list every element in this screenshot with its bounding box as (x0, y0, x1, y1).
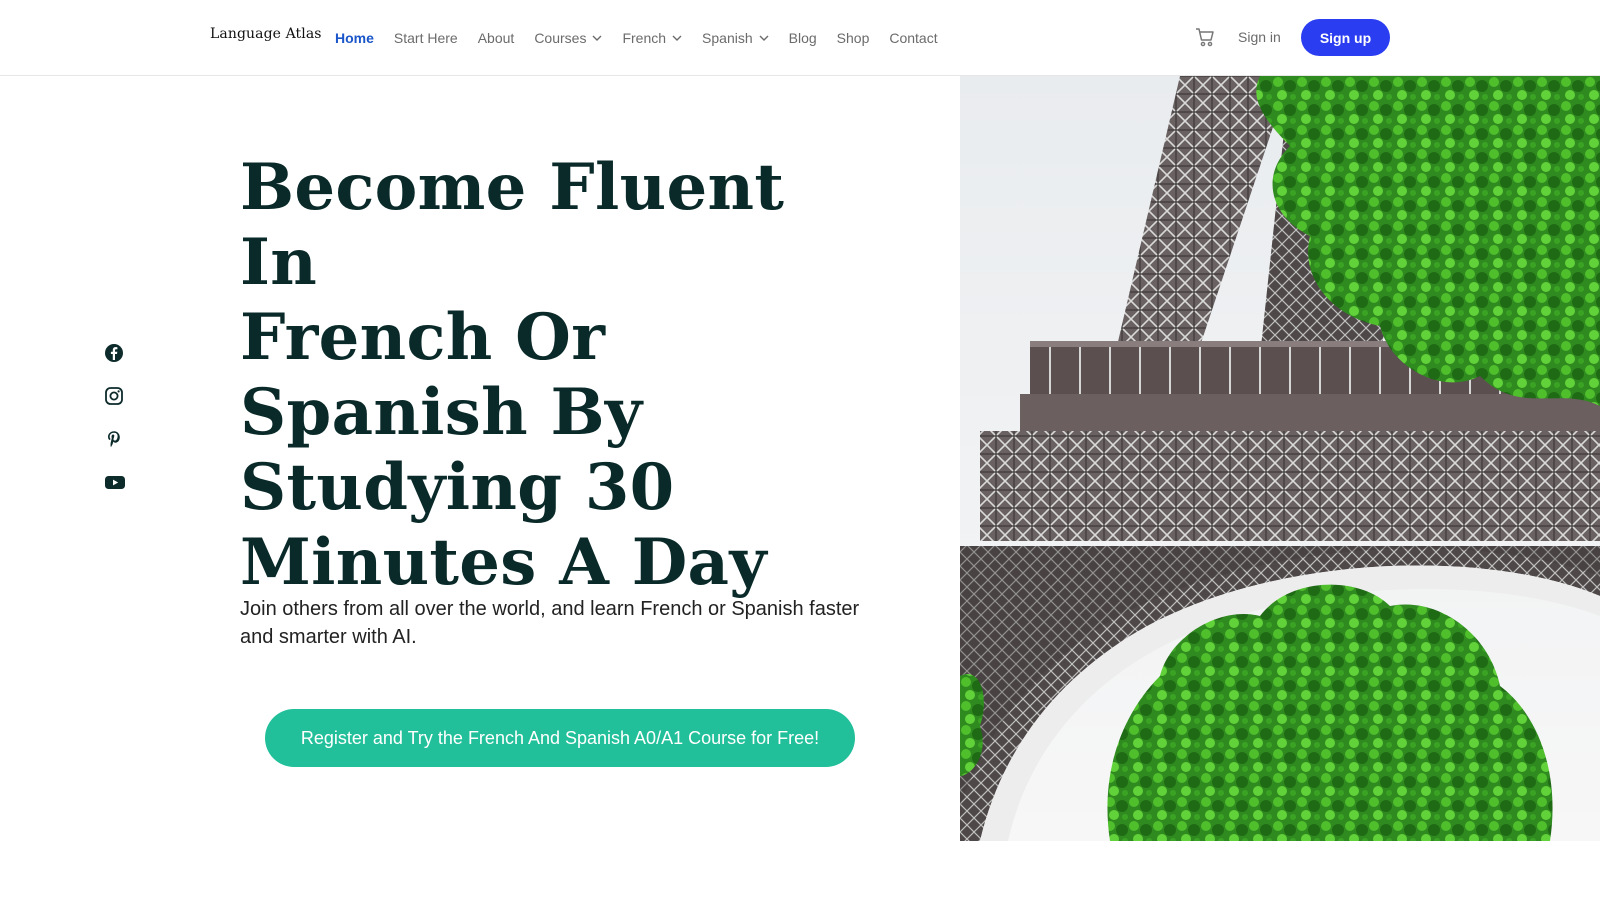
nav-item-spanish[interactable]: Spanish (702, 30, 769, 46)
cart-icon[interactable] (1194, 26, 1216, 48)
nav-item-label: Courses (534, 30, 587, 46)
site-logo[interactable]: Language Atlas (210, 26, 322, 42)
chevron-down-icon (592, 33, 602, 43)
pinterest-icon[interactable] (104, 429, 124, 449)
nav-item-label: Blog (788, 30, 817, 46)
instagram-icon[interactable] (104, 386, 124, 406)
youtube-icon[interactable] (104, 472, 125, 492)
hero-headline-line: Become Fluent In (240, 150, 785, 300)
hero-headline-line: Studying 30 (240, 450, 675, 525)
nav-item-label: Contact (889, 30, 938, 46)
hero-headline-line: Minutes A Day (240, 525, 767, 600)
nav-item-home[interactable]: Home (335, 30, 374, 46)
nav-item-courses[interactable]: Courses (534, 30, 602, 46)
hero-headline-line: French Or (240, 300, 606, 375)
eiffel-tower-photo (960, 76, 1600, 841)
nav-item-start-here[interactable]: Start Here (394, 30, 458, 46)
register-free-course-button[interactable]: Register and Try the French And Spanish … (265, 709, 855, 767)
chevron-down-icon (672, 33, 682, 43)
hero-headline: Become Fluent In French Or Spanish By St… (240, 150, 880, 600)
nav-item-about[interactable]: About (478, 30, 515, 46)
hero-subtitle: Join others from all over the world, and… (240, 598, 860, 648)
hero-headline-line: Spanish By (240, 375, 643, 450)
nav-item-label: Start Here (393, 30, 458, 46)
nav-item-label: About (477, 30, 515, 46)
sign-up-button[interactable]: Sign up (1301, 19, 1390, 56)
nav-item-label: French (622, 30, 667, 46)
site-header: Language Atlas Home Start Here About Cou… (0, 0, 1600, 76)
nav-item-blog[interactable]: Blog (789, 30, 817, 46)
nav-item-shop[interactable]: Shop (837, 30, 870, 46)
nav-item-label: Spanish (702, 30, 753, 46)
chevron-down-icon (759, 33, 769, 43)
sign-in-link[interactable]: Sign in (1238, 29, 1281, 45)
nav-item-contact[interactable]: Contact (889, 30, 937, 46)
main-nav: Home Start Here About Courses French Spa… (335, 0, 958, 76)
nav-item-french[interactable]: French (622, 30, 682, 46)
nav-item-label: Home (335, 30, 374, 46)
facebook-icon[interactable] (104, 343, 124, 363)
social-links (104, 343, 126, 515)
nav-item-label: Shop (836, 30, 870, 46)
